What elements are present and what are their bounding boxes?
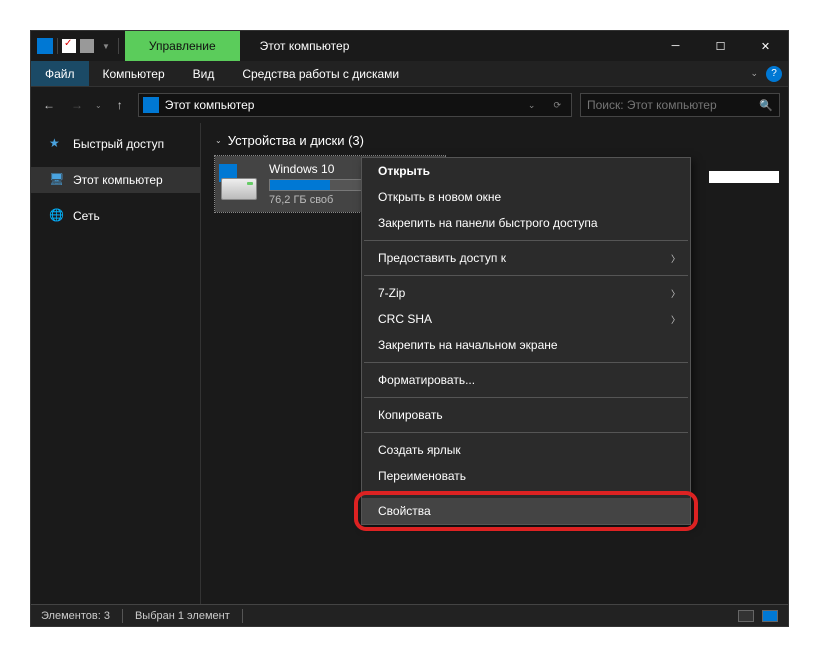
- address-dropdown-icon[interactable]: ⌄: [522, 100, 542, 111]
- status-items-count: Элементов: 3: [41, 610, 110, 622]
- ctx-pin-quick-access[interactable]: Закрепить на панели быстрого доступа: [362, 210, 690, 236]
- ctx-properties[interactable]: Свойства: [362, 498, 690, 524]
- ribbon-collapse-icon[interactable]: ⌄: [742, 68, 766, 79]
- search-icon[interactable]: 🔍: [759, 99, 773, 112]
- qat-dropdown-icon[interactable]: ▼: [98, 42, 114, 51]
- search-box[interactable]: 🔍: [580, 93, 780, 117]
- ctx-give-access[interactable]: Предоставить доступ к〉: [362, 245, 690, 271]
- ctx-separator: [364, 275, 688, 276]
- navigation-bar: ← → ⌄ ↑ Этот компьютер ⌄ ⟳ 🔍: [31, 87, 788, 123]
- context-menu: Открыть Открыть в новом окне Закрепить н…: [361, 157, 691, 525]
- ctx-pin-start[interactable]: Закрепить на начальном экране: [362, 332, 690, 358]
- ctx-crc-sha[interactable]: CRC SHA〉: [362, 306, 690, 332]
- ribbon-tab-file[interactable]: Файл: [31, 61, 89, 86]
- window-title: Этот компьютер: [240, 39, 370, 53]
- file-explorer-window: ▼ Управление Этот компьютер ─ ☐ ✕ Файл К…: [30, 30, 789, 627]
- qat-separator: [57, 38, 58, 54]
- ctx-separator: [364, 240, 688, 241]
- manage-tab-label: Управление: [149, 39, 216, 53]
- sidebar-item-network[interactable]: 🌐 Сеть: [31, 203, 200, 229]
- sidebar-item-this-pc[interactable]: 🖥 Этот компьютер: [31, 167, 200, 193]
- navigation-pane: ★ Быстрый доступ 🖥 Этот компьютер 🌐 Сеть: [31, 123, 201, 604]
- titlebar: ▼ Управление Этот компьютер ─ ☐ ✕: [31, 31, 788, 61]
- quick-access-toolbar: ▼: [31, 38, 125, 54]
- ribbon-contextual-tab-manage[interactable]: Управление: [125, 31, 240, 61]
- app-icon: [37, 38, 53, 54]
- maximize-button[interactable]: ☐: [698, 31, 743, 61]
- chevron-down-icon: ⌄: [215, 136, 222, 145]
- status-bar: Элементов: 3 Выбран 1 элемент: [31, 604, 788, 626]
- qat-separator: [118, 38, 119, 54]
- sidebar-item-label: Сеть: [73, 209, 100, 223]
- ctx-separator: [364, 432, 688, 433]
- minimize-button[interactable]: ─: [653, 31, 698, 61]
- chevron-right-icon: 〉: [671, 287, 680, 300]
- group-header-label: Устройства и диски (3): [228, 133, 364, 148]
- status-selected: Выбран 1 элемент: [135, 610, 230, 622]
- ctx-copy[interactable]: Копировать: [362, 402, 690, 428]
- ctx-open-new-window[interactable]: Открыть в новом окне: [362, 184, 690, 210]
- view-details-icon[interactable]: [738, 610, 754, 622]
- chevron-right-icon: 〉: [671, 313, 680, 326]
- close-button[interactable]: ✕: [743, 31, 788, 61]
- ctx-create-shortcut[interactable]: Создать ярлык: [362, 437, 690, 463]
- help-icon[interactable]: ?: [766, 66, 782, 82]
- ribbon-tab-computer[interactable]: Компьютер: [89, 61, 179, 86]
- star-icon: ★: [49, 136, 65, 152]
- up-button[interactable]: ↑: [110, 95, 130, 115]
- ctx-separator: [364, 397, 688, 398]
- sidebar-item-quick-access[interactable]: ★ Быстрый доступ: [31, 131, 200, 157]
- drive-icon: [219, 164, 259, 204]
- status-separator: [122, 609, 123, 623]
- ctx-rename[interactable]: Переименовать: [362, 463, 690, 489]
- address-bar[interactable]: Этот компьютер ⌄ ⟳: [138, 93, 572, 117]
- pc-icon: 🖥: [49, 172, 65, 188]
- forward-button[interactable]: →: [67, 95, 87, 115]
- location-icon: [143, 97, 159, 113]
- ribbon-tab-disk-tools[interactable]: Средства работы с дисками: [228, 61, 413, 86]
- chevron-right-icon: 〉: [671, 252, 680, 265]
- ctx-format[interactable]: Форматировать...: [362, 367, 690, 393]
- view-tiles-icon[interactable]: [762, 610, 778, 622]
- qat-newfolder-icon[interactable]: [80, 39, 94, 53]
- sidebar-item-label: Быстрый доступ: [73, 137, 164, 151]
- ctx-7zip[interactable]: 7-Zip〉: [362, 280, 690, 306]
- ribbon-tab-view[interactable]: Вид: [179, 61, 229, 86]
- search-input[interactable]: [587, 98, 759, 112]
- ribbon-tabs: Файл Компьютер Вид Средства работы с дис…: [31, 61, 788, 87]
- back-button[interactable]: ←: [39, 95, 59, 115]
- group-header-devices[interactable]: ⌄ Устройства и диски (3): [215, 133, 774, 148]
- qat-properties-icon[interactable]: [62, 39, 76, 53]
- address-text: Этот компьютер: [165, 98, 255, 112]
- ctx-open[interactable]: Открыть: [362, 158, 690, 184]
- history-dropdown-icon[interactable]: ⌄: [95, 101, 102, 110]
- refresh-icon[interactable]: ⟳: [547, 100, 567, 111]
- drive-usage-bar-partial: [709, 171, 779, 183]
- network-icon: 🌐: [49, 208, 65, 224]
- sidebar-item-label: Этот компьютер: [73, 173, 163, 187]
- window-controls: ─ ☐ ✕: [653, 31, 788, 61]
- ctx-separator: [364, 362, 688, 363]
- status-separator: [242, 609, 243, 623]
- ctx-separator: [364, 493, 688, 494]
